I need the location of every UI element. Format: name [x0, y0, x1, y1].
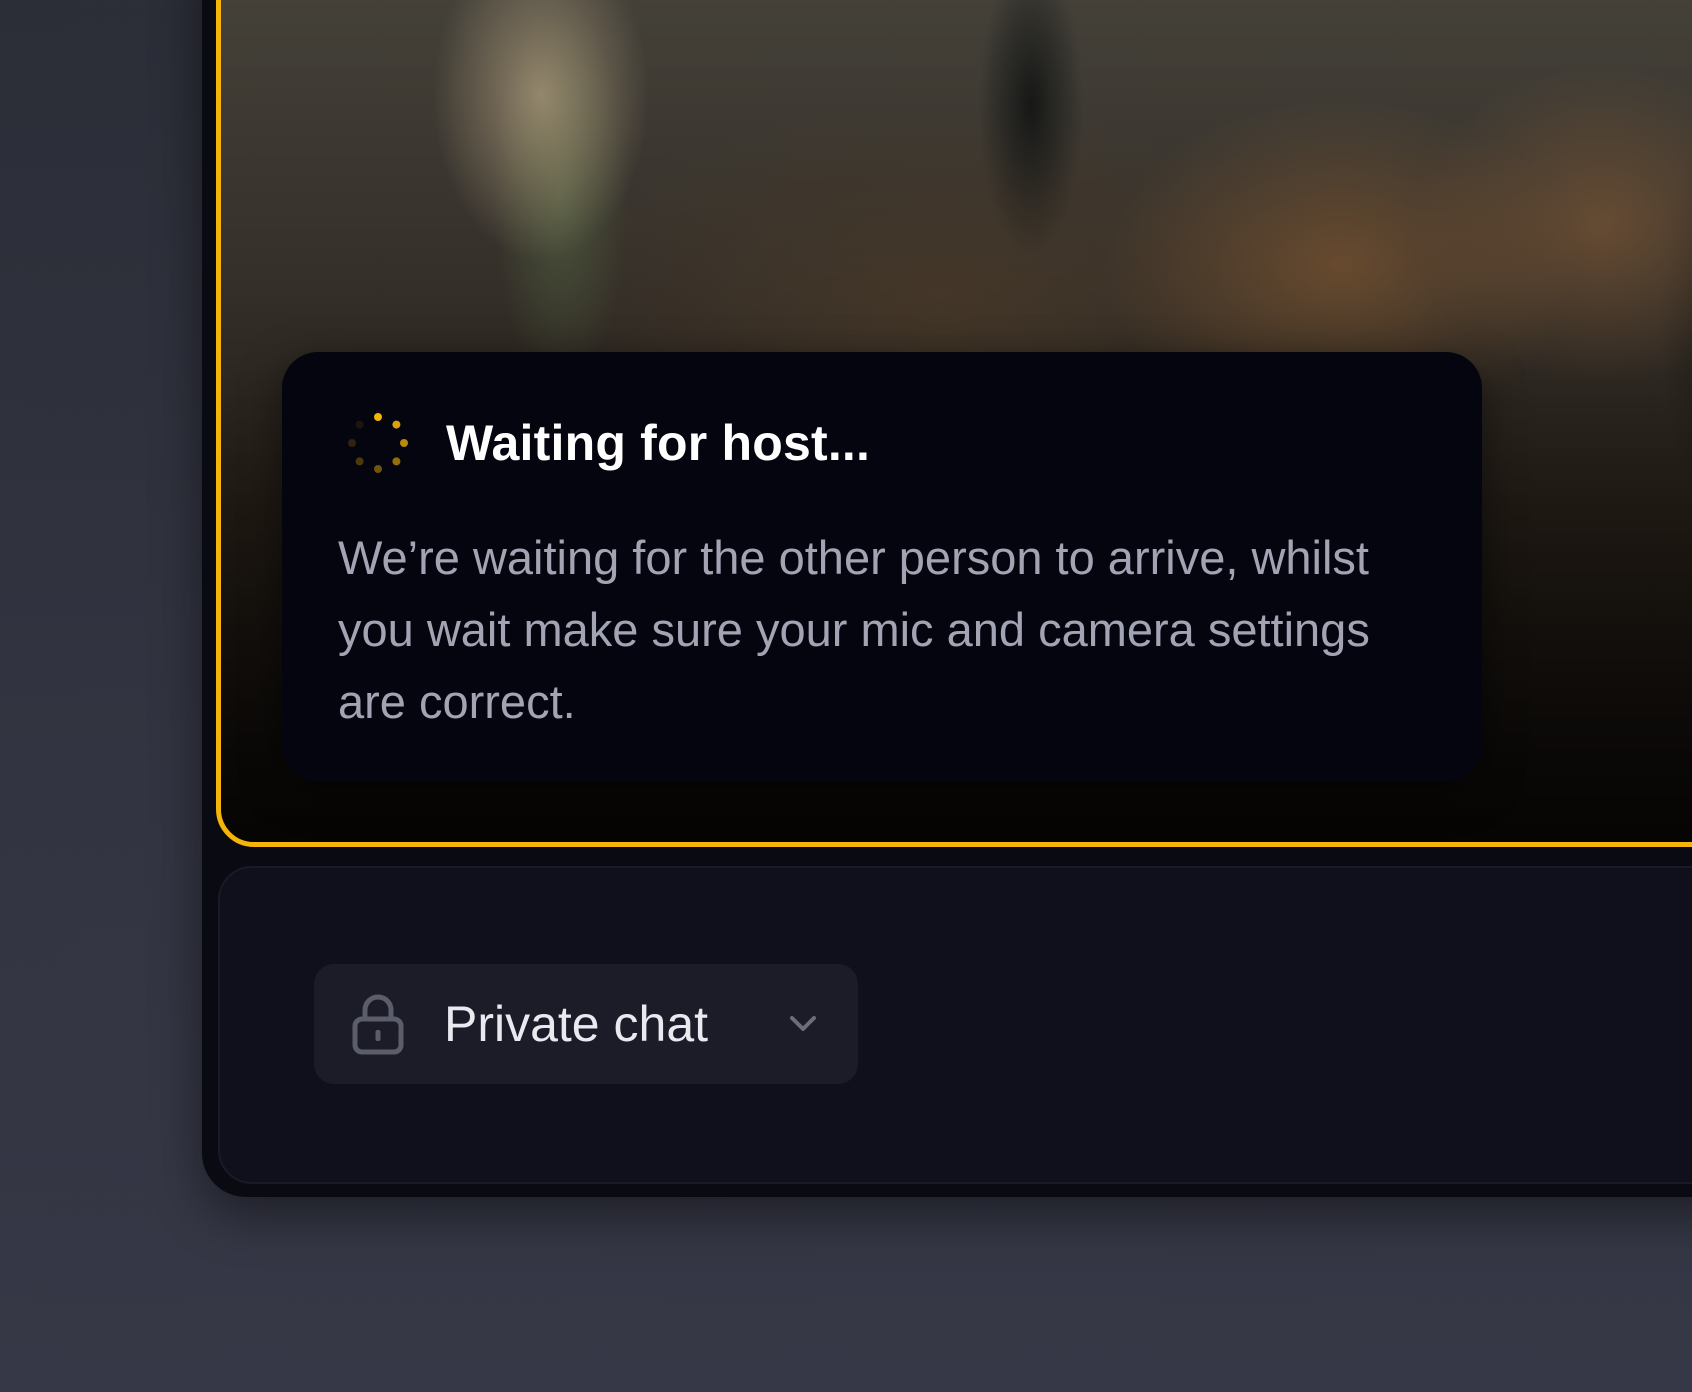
- chevron-down-icon: [790, 1016, 816, 1031]
- waiting-header: Waiting for host...: [342, 407, 870, 479]
- waiting-message: We’re waiting for the other person to ar…: [338, 531, 1370, 728]
- waiting-title: Waiting for host...: [446, 415, 871, 471]
- loading-spinner-icon: [348, 413, 408, 473]
- privacy-dropdown[interactable]: Private chat: [314, 964, 858, 1084]
- privacy-dropdown-label: Private chat: [444, 996, 709, 1052]
- waiting-for-host-card: Waiting for host... We’re waiting for th…: [282, 352, 1482, 782]
- lock-icon: [352, 994, 404, 1055]
